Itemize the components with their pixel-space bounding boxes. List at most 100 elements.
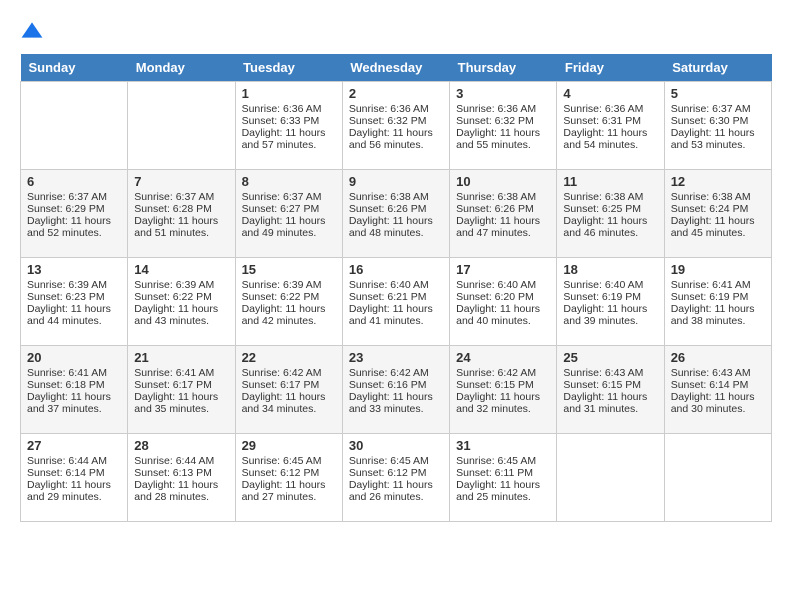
daylight-text: Daylight: 11 hours and 51 minutes. <box>134 215 218 239</box>
sunrise-text: Sunrise: 6:45 AM <box>456 455 536 467</box>
calendar-cell: 20Sunrise: 6:41 AMSunset: 6:18 PMDayligh… <box>21 346 128 434</box>
calendar-cell: 7 Sunrise: 6:37 AMSunset: 6:28 PMDaylight… <box>128 170 235 258</box>
sunrise-text: Sunrise: 6:39 AM <box>242 279 322 291</box>
sunrise-text: Sunrise: 6:45 AM <box>242 455 322 467</box>
daylight-text: Daylight: 11 hours and 43 minutes. <box>134 303 218 327</box>
calendar-cell: 2Sunrise: 6:36 AMSunset: 6:32 PMDaylight… <box>342 82 449 170</box>
day-number: 29 <box>242 438 336 453</box>
calendar-cell <box>128 82 235 170</box>
calendar-week-3: 13Sunrise: 6:39 AMSunset: 6:23 PMDayligh… <box>21 258 772 346</box>
daylight-text: Daylight: 11 hours and 33 minutes. <box>349 391 433 415</box>
sunrise-text: Sunrise: 6:42 AM <box>349 367 429 379</box>
daylight-text: Daylight: 11 hours and 32 minutes. <box>456 391 540 415</box>
calendar-cell: 1Sunrise: 6:36 AMSunset: 6:33 PMDaylight… <box>235 82 342 170</box>
calendar-cell: 30Sunrise: 6:45 AMSunset: 6:12 PMDayligh… <box>342 434 449 522</box>
sunrise-text: Sunrise: 6:43 AM <box>671 367 751 379</box>
column-header-sunday: Sunday <box>21 54 128 82</box>
header-row: SundayMondayTuesdayWednesdayThursdayFrid… <box>21 54 772 82</box>
sunrise-text: Sunrise: 6:41 AM <box>671 279 751 291</box>
calendar-cell: 11 Sunrise: 6:38 AMSunset: 6:25 PMDayligh… <box>557 170 664 258</box>
day-number: 13 <box>27 262 121 277</box>
column-header-saturday: Saturday <box>664 54 771 82</box>
day-number: 5 <box>671 86 765 101</box>
sunrise-text: Sunrise: 6:44 AM <box>27 455 107 467</box>
calendar-cell: 22Sunrise: 6:42 AMSunset: 6:17 PMDayligh… <box>235 346 342 434</box>
sunrise-text: Sunrise: 6:38 AM <box>671 191 751 203</box>
sunrise-text: Sunrise: 6:37 AM <box>134 191 214 203</box>
calendar-cell: 5 Sunrise: 6:37 AMSunset: 6:30 PMDaylight… <box>664 82 771 170</box>
calendar-cell: 12Sunrise: 6:38 AMSunset: 6:24 PMDayligh… <box>664 170 771 258</box>
calendar-cell: 17Sunrise: 6:40 AMSunset: 6:20 PMDayligh… <box>450 258 557 346</box>
sunrise-text: Sunrise: 6:41 AM <box>134 367 214 379</box>
sunrise-text: Sunrise: 6:38 AM <box>563 191 643 203</box>
sunset-text: Sunset: 6:22 PM <box>134 291 212 303</box>
calendar-body: 1Sunrise: 6:36 AMSunset: 6:33 PMDaylight… <box>21 82 772 522</box>
sunrise-text: Sunrise: 6:44 AM <box>134 455 214 467</box>
calendar-cell: 9Sunrise: 6:38 AMSunset: 6:26 PMDaylight… <box>342 170 449 258</box>
calendar-cell: 14Sunrise: 6:39 AMSunset: 6:22 PMDayligh… <box>128 258 235 346</box>
daylight-text: Daylight: 11 hours and 40 minutes. <box>456 303 540 327</box>
sunset-text: Sunset: 6:30 PM <box>671 115 749 127</box>
sunrise-text: Sunrise: 6:38 AM <box>456 191 536 203</box>
daylight-text: Daylight: 11 hours and 29 minutes. <box>27 479 111 503</box>
calendar-cell: 18Sunrise: 6:40 AMSunset: 6:19 PMDayligh… <box>557 258 664 346</box>
day-number: 15 <box>242 262 336 277</box>
day-number: 17 <box>456 262 550 277</box>
daylight-text: Daylight: 11 hours and 34 minutes. <box>242 391 326 415</box>
calendar-cell <box>21 82 128 170</box>
sunset-text: Sunset: 6:15 PM <box>456 379 534 391</box>
day-number: 4 <box>563 86 657 101</box>
day-number: 7 <box>134 174 228 189</box>
day-number: 31 <box>456 438 550 453</box>
daylight-text: Daylight: 11 hours and 53 minutes. <box>671 127 755 151</box>
column-header-friday: Friday <box>557 54 664 82</box>
calendar-cell: 19Sunrise: 6:41 AMSunset: 6:19 PMDayligh… <box>664 258 771 346</box>
calendar-week-2: 6Sunrise: 6:37 AMSunset: 6:29 PMDaylight… <box>21 170 772 258</box>
day-number: 2 <box>349 86 443 101</box>
sunset-text: Sunset: 6:12 PM <box>242 467 320 479</box>
day-number: 8 <box>242 174 336 189</box>
daylight-text: Daylight: 11 hours and 57 minutes. <box>242 127 326 151</box>
calendar-cell: 16Sunrise: 6:40 AMSunset: 6:21 PMDayligh… <box>342 258 449 346</box>
day-number: 9 <box>349 174 443 189</box>
daylight-text: Daylight: 11 hours and 26 minutes. <box>349 479 433 503</box>
logo-icon <box>20 20 44 44</box>
sunrise-text: Sunrise: 6:40 AM <box>563 279 643 291</box>
sunset-text: Sunset: 6:20 PM <box>456 291 534 303</box>
sunrise-text: Sunrise: 6:36 AM <box>456 103 536 115</box>
sunrise-text: Sunrise: 6:42 AM <box>456 367 536 379</box>
calendar-cell: 6Sunrise: 6:37 AMSunset: 6:29 PMDaylight… <box>21 170 128 258</box>
sunset-text: Sunset: 6:25 PM <box>563 203 641 215</box>
sunrise-text: Sunrise: 6:37 AM <box>671 103 751 115</box>
daylight-text: Daylight: 11 hours and 30 minutes. <box>671 391 755 415</box>
sunset-text: Sunset: 6:14 PM <box>27 467 105 479</box>
calendar-cell: 29Sunrise: 6:45 AMSunset: 6:12 PMDayligh… <box>235 434 342 522</box>
sunset-text: Sunset: 6:16 PM <box>349 379 427 391</box>
sunset-text: Sunset: 6:26 PM <box>456 203 534 215</box>
sunset-text: Sunset: 6:28 PM <box>134 203 212 215</box>
daylight-text: Daylight: 11 hours and 46 minutes. <box>563 215 647 239</box>
sunset-text: Sunset: 6:17 PM <box>242 379 320 391</box>
column-header-wednesday: Wednesday <box>342 54 449 82</box>
calendar-cell: 27Sunrise: 6:44 AMSunset: 6:14 PMDayligh… <box>21 434 128 522</box>
sunset-text: Sunset: 6:19 PM <box>671 291 749 303</box>
calendar-cell: 21Sunrise: 6:41 AMSunset: 6:17 PMDayligh… <box>128 346 235 434</box>
sunrise-text: Sunrise: 6:36 AM <box>242 103 322 115</box>
calendar-cell: 15Sunrise: 6:39 AMSunset: 6:22 PMDayligh… <box>235 258 342 346</box>
daylight-text: Daylight: 11 hours and 45 minutes. <box>671 215 755 239</box>
daylight-text: Daylight: 11 hours and 44 minutes. <box>27 303 111 327</box>
calendar-cell: 4Sunrise: 6:36 AMSunset: 6:31 PMDaylight… <box>557 82 664 170</box>
day-number: 16 <box>349 262 443 277</box>
day-number: 6 <box>27 174 121 189</box>
daylight-text: Daylight: 11 hours and 52 minutes. <box>27 215 111 239</box>
day-number: 11 <box>563 174 657 189</box>
sunrise-text: Sunrise: 6:39 AM <box>134 279 214 291</box>
day-number: 10 <box>456 174 550 189</box>
sunrise-text: Sunrise: 6:37 AM <box>27 191 107 203</box>
sunset-text: Sunset: 6:22 PM <box>242 291 320 303</box>
day-number: 12 <box>671 174 765 189</box>
calendar-cell <box>664 434 771 522</box>
daylight-text: Daylight: 11 hours and 56 minutes. <box>349 127 433 151</box>
daylight-text: Daylight: 11 hours and 35 minutes. <box>134 391 218 415</box>
day-number: 26 <box>671 350 765 365</box>
